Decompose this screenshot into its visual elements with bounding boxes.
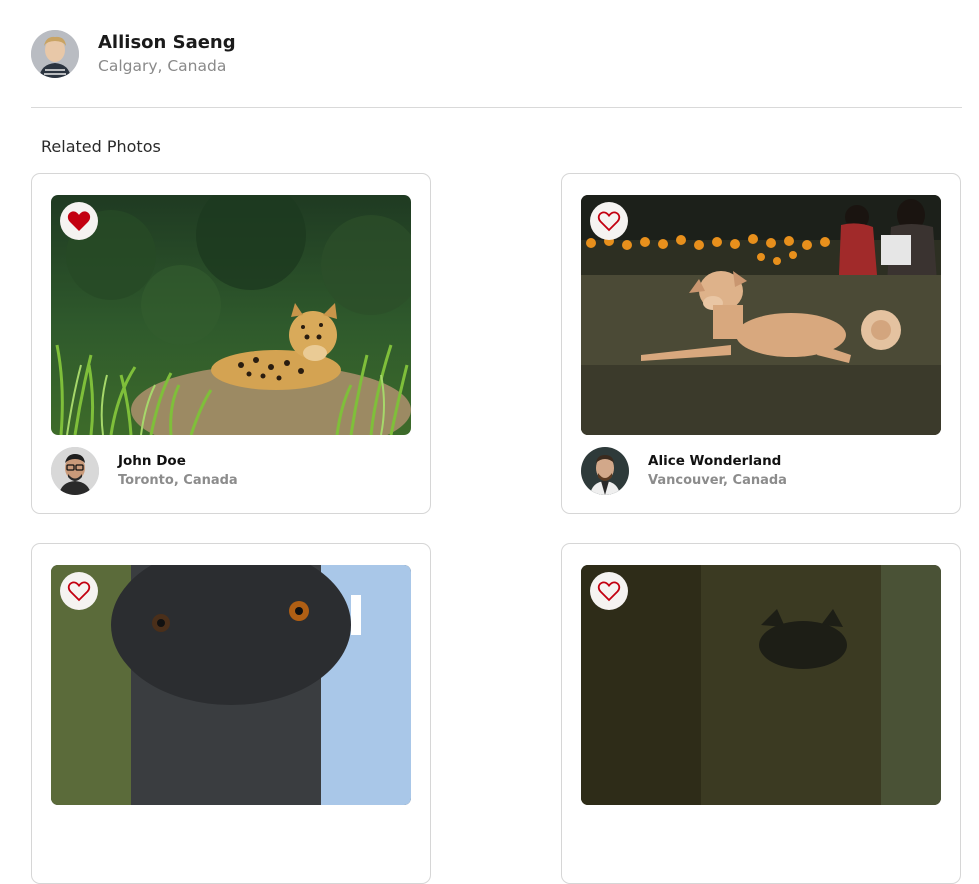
owner-location: Vancouver, Canada bbox=[648, 473, 787, 488]
owner-name[interactable]: Alice Wonderland bbox=[648, 451, 787, 471]
photo-card[interactable]: Alice Wonderland Vancouver, Canada bbox=[561, 173, 961, 514]
owner-location: Toronto, Canada bbox=[118, 473, 238, 488]
photo-card[interactable] bbox=[561, 543, 961, 884]
heart-outline-icon bbox=[67, 581, 91, 602]
profile-header: Allison Saeng Calgary, Canada bbox=[31, 30, 236, 78]
owner-text: Alice Wonderland Vancouver, Canada bbox=[648, 451, 787, 491]
photo-jaguar[interactable] bbox=[51, 195, 411, 435]
photo-black-dog[interactable] bbox=[51, 565, 411, 805]
profile-avatar[interactable] bbox=[31, 30, 79, 78]
like-button[interactable] bbox=[590, 572, 628, 610]
owner-name[interactable]: John Doe bbox=[118, 451, 238, 471]
owner-avatar[interactable] bbox=[51, 447, 99, 495]
photo-owner: Alice Wonderland Vancouver, Canada bbox=[581, 447, 787, 495]
header-divider bbox=[31, 107, 962, 108]
profile-location: Calgary, Canada bbox=[98, 57, 227, 75]
photo-owner: John Doe Toronto, Canada bbox=[51, 447, 238, 495]
heart-outline-icon bbox=[597, 211, 621, 232]
owner-avatar[interactable] bbox=[581, 447, 629, 495]
profile-text: Allison Saeng Calgary, Canada bbox=[98, 31, 236, 77]
heart-outline-icon bbox=[597, 581, 621, 602]
section-title: Related Photos bbox=[41, 137, 161, 156]
like-button[interactable] bbox=[590, 202, 628, 240]
like-button[interactable] bbox=[60, 202, 98, 240]
photo-cat[interactable] bbox=[581, 565, 941, 805]
heart-filled-icon bbox=[67, 211, 91, 231]
photo-card[interactable]: John Doe Toronto, Canada bbox=[31, 173, 431, 514]
photo-card[interactable] bbox=[31, 543, 431, 884]
owner-text: John Doe Toronto, Canada bbox=[118, 451, 238, 491]
profile-name[interactable]: Allison Saeng bbox=[98, 31, 236, 55]
photo-dog[interactable] bbox=[581, 195, 941, 435]
like-button[interactable] bbox=[60, 572, 98, 610]
